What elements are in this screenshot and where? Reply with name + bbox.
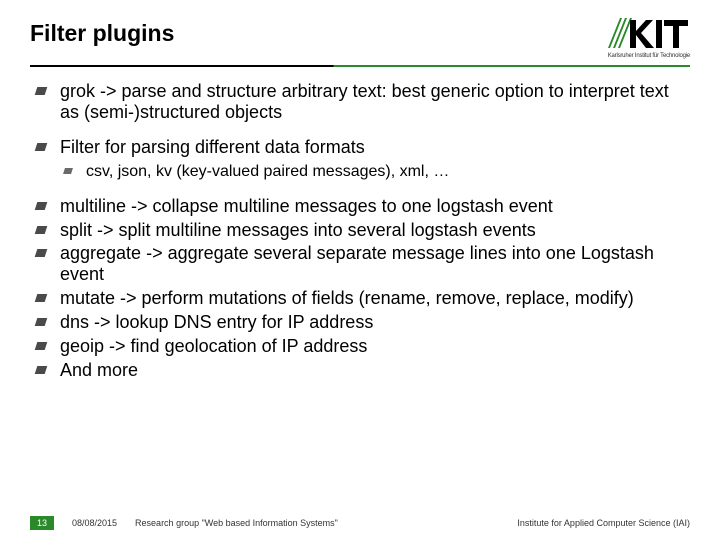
list-item: aggregate -> aggregate several separate … [34,243,686,285]
kit-logo: Karlsruher Institut für Technologie [608,18,690,59]
footer: 13 08/08/2015 Research group "Web based … [0,516,720,530]
bullet-text: And more [60,360,138,380]
footer-date: 08/08/2015 [72,518,117,528]
list-item: dns -> lookup DNS entry for IP address [34,312,686,333]
bullet-text: csv, json, kv (key-valued paired message… [86,163,449,180]
slide: Filter plugins Karlsruher Institut für T… [0,0,720,540]
slide-title: Filter plugins [30,20,174,47]
footer-institute: Institute for Applied Computer Science (… [517,518,690,528]
footer-group: Research group "Web based Information Sy… [135,518,338,528]
bullet-text: geoip -> find geolocation of IP address [60,336,367,356]
bullet-text: Filter for parsing different data format… [60,137,365,157]
sub-list: csv, json, kv (key-valued paired message… [60,162,686,182]
bullet-text: mutate -> perform mutations of fields (r… [60,288,634,308]
bullet-text: multiline -> collapse multiline messages… [60,196,553,216]
kit-logo-svg [608,18,688,52]
list-item: split -> split multiline messages into s… [34,220,686,241]
bullet-list: grok -> parse and structure arbitrary te… [34,81,686,381]
bullet-text: grok -> parse and structure arbitrary te… [60,81,669,122]
list-item: grok -> parse and structure arbitrary te… [34,81,686,123]
list-item: csv, json, kv (key-valued paired message… [60,162,686,182]
list-item: mutate -> perform mutations of fields (r… [34,288,686,309]
list-item: And more [34,360,686,381]
bullet-text: dns -> lookup DNS entry for IP address [60,312,373,332]
bullet-text: aggregate -> aggregate several separate … [60,243,654,284]
list-item: Filter for parsing different data format… [34,137,686,182]
list-item: geoip -> find geolocation of IP address [34,336,686,357]
bullet-text: split -> split multiline messages into s… [60,220,536,240]
list-item: multiline -> collapse multiline messages… [34,196,686,217]
page-number: 13 [30,516,54,530]
slide-body: grok -> parse and structure arbitrary te… [0,67,720,381]
logo-caption: Karlsruher Institut für Technologie [608,53,690,59]
footer-left: 13 08/08/2015 Research group "Web based … [30,516,338,530]
header: Filter plugins Karlsruher Institut für T… [0,0,720,59]
